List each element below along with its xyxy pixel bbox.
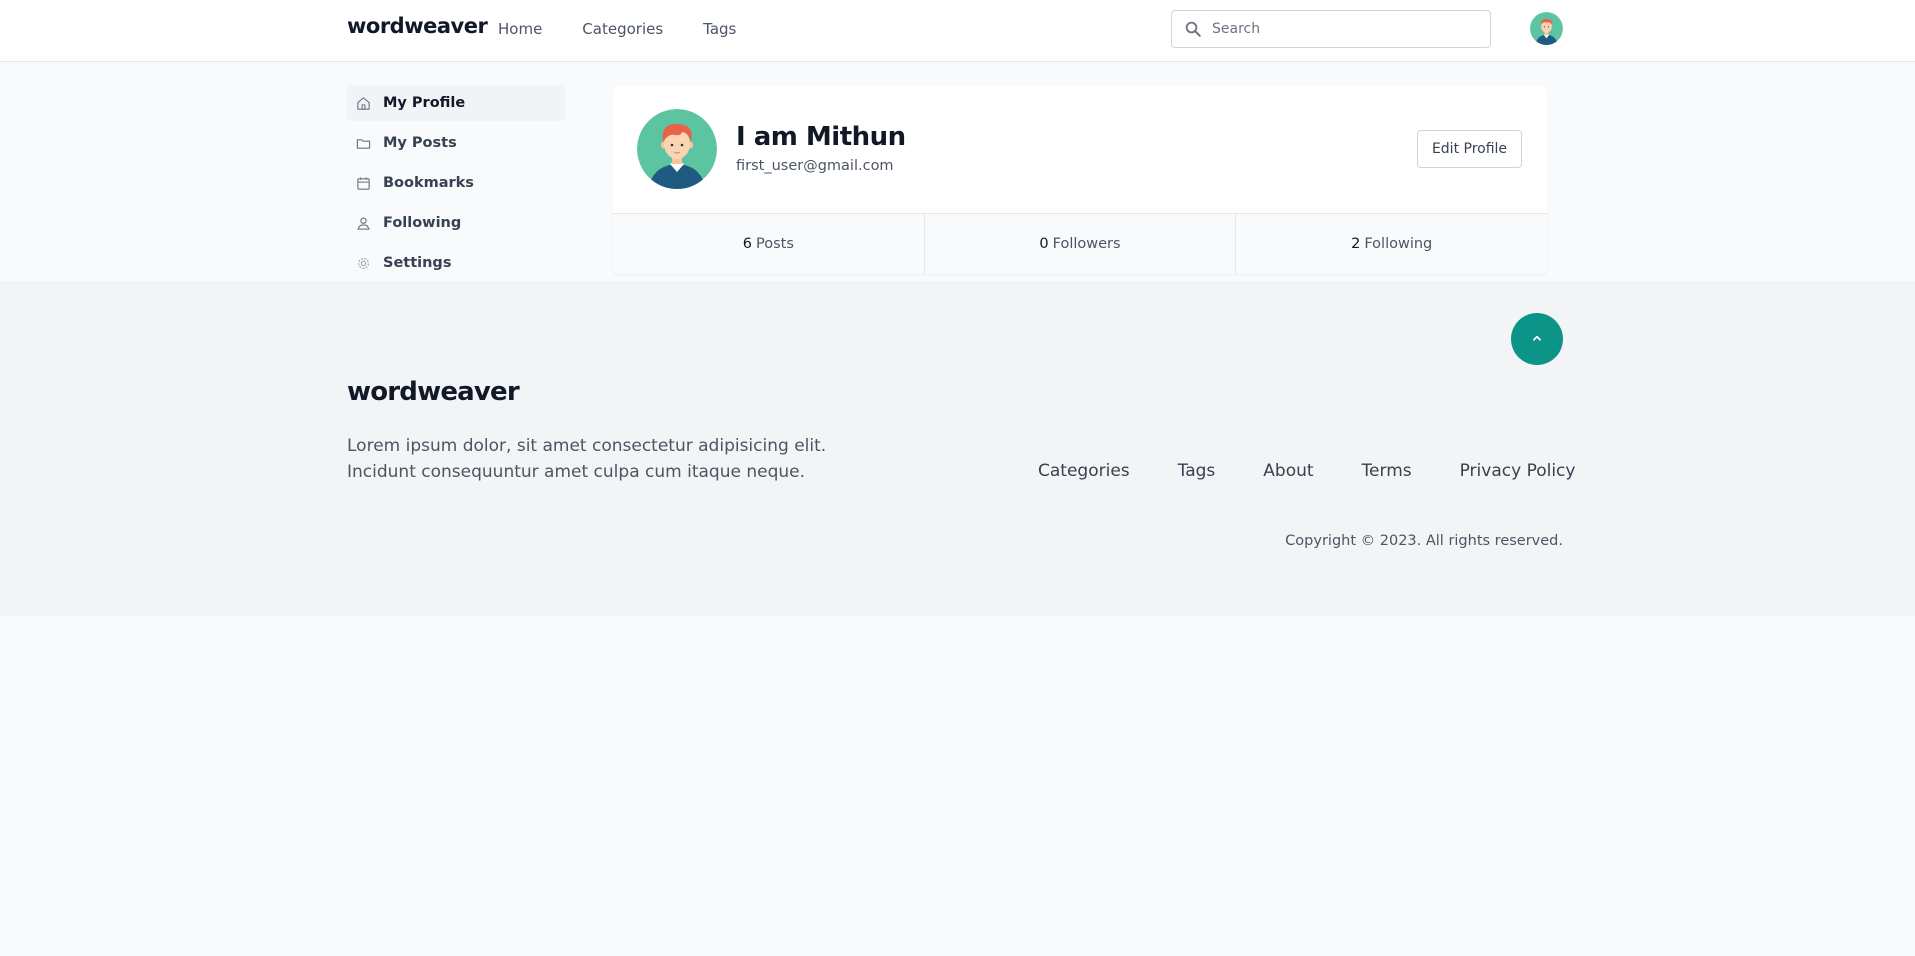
sidebar-item-label: Bookmarks — [383, 175, 474, 191]
footer-link-categories[interactable]: Categories — [1038, 461, 1130, 481]
sidebar-item-my-profile[interactable]: My Profile — [347, 85, 565, 121]
user-avatar-icon[interactable] — [1530, 12, 1563, 45]
footer-link-tags[interactable]: Tags — [1178, 461, 1216, 481]
stat-label: Following — [1364, 236, 1433, 252]
stat-value: 6 — [742, 236, 752, 252]
sidebar-item-label: My Profile — [383, 95, 466, 111]
profile-name: I am Mithun — [736, 122, 906, 152]
chevron-up-icon — [1530, 331, 1544, 348]
sidebar-item-settings[interactable]: Settings — [347, 245, 565, 281]
edit-profile-button[interactable]: Edit Profile — [1417, 130, 1522, 168]
profile-stats: 6 Posts 0 Followers 2 Following — [613, 213, 1547, 274]
profile-card: I am Mithun first_user@gmail.com Edit Pr… — [613, 86, 1547, 274]
calendar-icon — [356, 176, 371, 191]
stat-posts[interactable]: 6 Posts — [613, 214, 925, 274]
sidebar-item-bookmarks[interactable]: Bookmarks — [347, 165, 565, 201]
sidebar-item-my-posts[interactable]: My Posts — [347, 125, 565, 161]
folder-icon — [356, 136, 371, 151]
stat-label: Followers — [1052, 236, 1121, 252]
nav-categories-link[interactable]: Categories — [582, 20, 663, 38]
gear-icon — [356, 256, 371, 271]
copyright-text: Copyright © 2023. All rights reserved. — [1285, 533, 1563, 549]
home-icon — [356, 96, 371, 111]
stat-value: 2 — [1351, 236, 1361, 252]
site-footer: wordweaver Lorem ipsum dolor, sit amet c… — [0, 281, 1915, 616]
sidebar-item-following[interactable]: Following — [347, 205, 565, 241]
profile-avatar — [637, 109, 717, 189]
footer-link-privacy-policy[interactable]: Privacy Policy — [1460, 461, 1576, 481]
nav-tags-link[interactable]: Tags — [703, 20, 736, 38]
stat-label: Posts — [756, 236, 794, 252]
footer-link-about[interactable]: About — [1263, 461, 1313, 481]
nav-home-link[interactable]: Home — [498, 20, 542, 38]
brand-logo[interactable]: wordweaver — [347, 14, 488, 38]
search-box — [1171, 10, 1491, 48]
users-icon — [356, 216, 371, 231]
scroll-to-top-button[interactable] — [1511, 313, 1563, 365]
stat-value: 0 — [1039, 236, 1049, 252]
top-header: wordweaver Home Categories Tags — [0, 0, 1915, 62]
profile-sidebar: My Profile My Posts Bookmarks Following … — [347, 85, 565, 285]
sidebar-item-label: My Posts — [383, 135, 457, 151]
footer-brand[interactable]: wordweaver — [347, 377, 520, 407]
sidebar-item-label: Settings — [383, 255, 452, 271]
stat-followers[interactable]: 0 Followers — [925, 214, 1237, 274]
stat-following[interactable]: 2 Following — [1236, 214, 1547, 274]
main-nav: Home Categories Tags — [498, 20, 736, 38]
footer-links: Categories Tags About Terms Privacy Poli… — [1038, 461, 1575, 481]
sidebar-item-label: Following — [383, 215, 462, 231]
search-icon — [1184, 20, 1202, 38]
footer-link-terms[interactable]: Terms — [1362, 461, 1412, 481]
search-input[interactable] — [1212, 11, 1482, 47]
profile-email: first_user@gmail.com — [736, 158, 894, 174]
footer-description: Lorem ipsum dolor, sit amet consectetur … — [347, 436, 827, 482]
